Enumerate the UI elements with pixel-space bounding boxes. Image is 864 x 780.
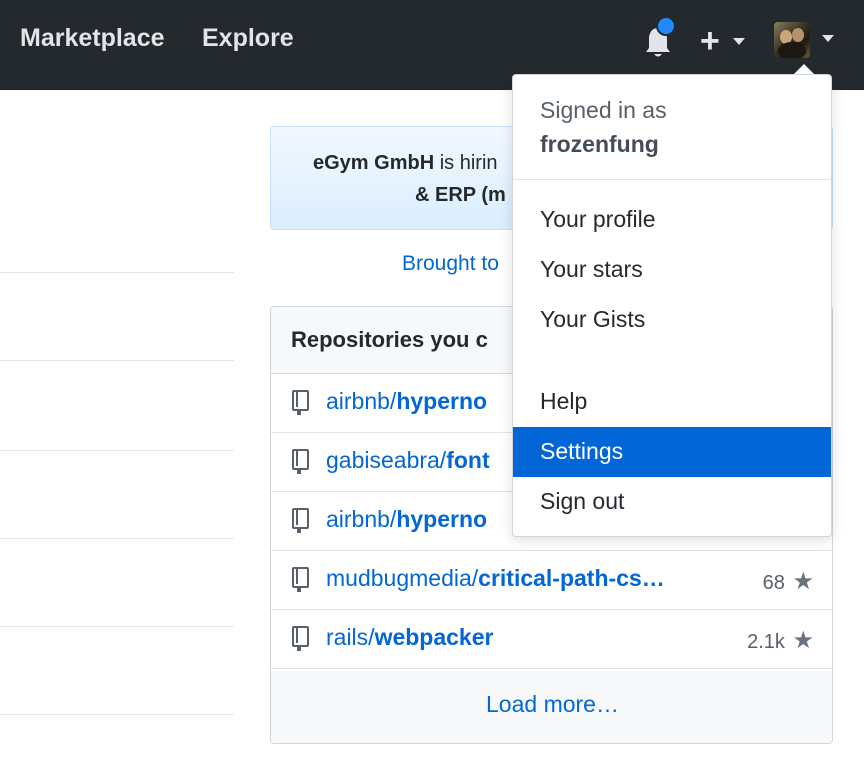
avatar-chevron-down-icon[interactable] — [822, 35, 834, 42]
repo-link[interactable]: airbnb/hyperno — [326, 388, 487, 415]
repo-owner: rails/ — [326, 624, 375, 650]
promo-text: is hirin — [434, 152, 498, 174]
left-divider — [0, 360, 234, 361]
nav-marketplace[interactable]: Marketplace — [20, 24, 165, 53]
menu-item-label: Your profile — [540, 206, 656, 232]
repo-name: hyperno — [396, 388, 488, 414]
repo-link[interactable]: gabiseabra/font — [326, 447, 490, 474]
repo-name: critical-path-cs… — [478, 565, 665, 591]
dropdown-divider — [513, 179, 831, 180]
repo-owner: mudbugmedia/ — [326, 565, 479, 591]
chevron-down-icon[interactable] — [733, 38, 745, 45]
repo-link[interactable]: rails/webpacker — [326, 624, 493, 651]
menu-item-label: Help — [540, 388, 588, 414]
menu-item-help[interactable]: Help — [513, 377, 831, 427]
left-divider — [0, 714, 234, 715]
menu-item-sign-out[interactable]: Sign out — [513, 477, 831, 527]
signed-in-label: Signed in as — [540, 97, 667, 123]
repo-icon — [292, 508, 309, 533]
repo-owner: gabiseabra/ — [326, 447, 447, 473]
menu-item-your-gists[interactable]: Your Gists — [513, 295, 831, 345]
repo-owner: airbnb/ — [326, 388, 397, 414]
repo-stars[interactable]: 2.1k ★ — [747, 626, 814, 655]
avatar[interactable] — [774, 22, 810, 58]
repo-icon — [292, 449, 309, 474]
left-divider — [0, 538, 234, 539]
menu-item-label: Settings — [540, 438, 624, 464]
promo-line-1: eGym GmbH is hirin — [313, 152, 498, 175]
repo-owner: airbnb/ — [326, 506, 397, 532]
repo-name: webpacker — [374, 624, 494, 650]
plus-icon[interactable]: + — [700, 22, 720, 60]
star-count: 2.1k — [747, 631, 785, 653]
menu-item-label: Your Gists — [540, 306, 646, 332]
repo-stars[interactable]: 68 ★ — [763, 567, 814, 596]
repo-list-item[interactable]: rails/webpacker 2.1k ★ — [271, 610, 832, 669]
menu-item-your-profile[interactable]: Your profile — [513, 195, 831, 245]
brought-to-link[interactable]: Brought to — [402, 252, 499, 276]
left-divider — [0, 626, 234, 627]
promo-line-2: & ERP (m — [415, 184, 506, 206]
user-dropdown-menu: Signed in as frozenfung Your profile You… — [512, 74, 832, 537]
dropdown-arrow — [794, 64, 814, 74]
repo-icon — [292, 626, 309, 651]
menu-item-label: Your stars — [540, 256, 643, 282]
repo-link[interactable]: mudbugmedia/critical-path-cs… — [326, 565, 665, 592]
notification-dot — [656, 16, 676, 36]
repo-icon — [292, 390, 309, 415]
star-icon: ★ — [792, 627, 814, 654]
repo-name: hyperno — [396, 506, 488, 532]
repo-list-item[interactable]: mudbugmedia/critical-path-cs… 68 ★ — [271, 551, 832, 610]
left-divider — [0, 450, 234, 451]
repo-name: font — [446, 447, 490, 473]
username[interactable]: frozenfung — [540, 131, 659, 158]
menu-item-your-stars[interactable]: Your stars — [513, 245, 831, 295]
nav-explore[interactable]: Explore — [202, 24, 294, 53]
repo-link[interactable]: airbnb/hyperno — [326, 506, 487, 533]
menu-item-label: Sign out — [540, 488, 625, 514]
load-more-button[interactable]: Load more… — [271, 671, 832, 743]
load-more-label: Load more… — [486, 691, 619, 717]
left-divider — [0, 272, 234, 273]
promo-company: eGym GmbH — [313, 152, 435, 174]
menu-item-settings[interactable]: Settings — [513, 427, 831, 477]
star-count: 68 — [762, 572, 785, 594]
repositories-title: Repositories you c — [291, 327, 488, 352]
star-icon: ★ — [792, 568, 814, 595]
repo-icon — [292, 567, 309, 592]
